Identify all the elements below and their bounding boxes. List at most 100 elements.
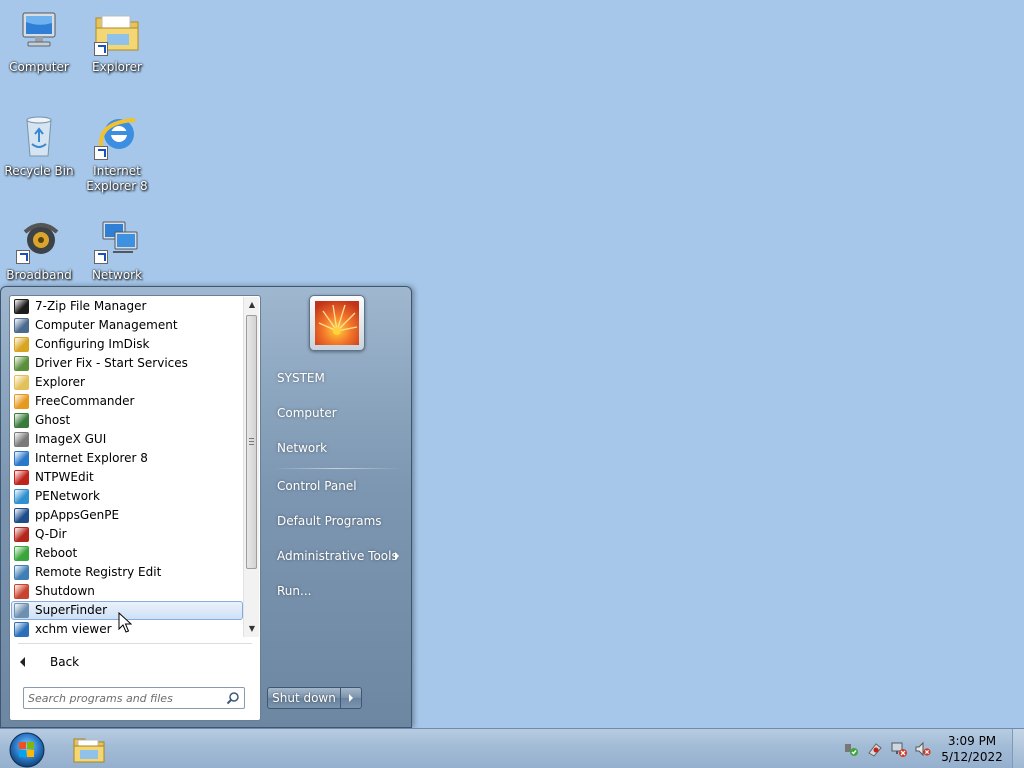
start-menu-link[interactable]: Administrative Tools (269, 541, 405, 571)
7zip-icon (14, 299, 29, 314)
start-menu-link[interactable]: Network (269, 433, 405, 463)
program-item-label: 7-Zip File Manager (35, 299, 147, 313)
clock-time: 3:09 PM (947, 734, 997, 748)
program-item[interactable]: 7-Zip File Manager (11, 297, 243, 316)
program-item[interactable]: PENetwork (11, 487, 243, 506)
program-item-label: NTPWEdit (35, 470, 94, 484)
program-item-label: Ghost (35, 413, 71, 427)
imagex-icon (14, 432, 29, 447)
scroll-up-arrow-icon[interactable]: ▲ (244, 297, 260, 313)
broadband-icon (15, 216, 63, 264)
shutdown-icon (14, 584, 29, 599)
start-menu-link-label: Computer (277, 406, 337, 420)
program-item[interactable]: Internet Explorer 8 (11, 449, 243, 468)
shortcut-arrow-icon (94, 250, 108, 264)
program-item-label: Explorer (35, 375, 85, 389)
volume-muted-icon[interactable] (915, 741, 931, 757)
imdisk-icon (14, 337, 29, 352)
program-item[interactable]: ImageX GUI (11, 430, 243, 449)
network-icon (93, 216, 141, 264)
program-item[interactable]: Remote Registry Edit (11, 563, 243, 582)
divider (18, 643, 252, 644)
desktop-icon-internet-explorer[interactable]: Internet Explorer 8 (79, 112, 155, 194)
reboot-icon (14, 546, 29, 561)
program-item-label: Shutdown (35, 584, 95, 598)
program-item[interactable]: xchm viewer (11, 620, 243, 639)
desktop-icon-label: Recycle Bin (4, 164, 74, 178)
program-item[interactable]: Shutdown (11, 582, 243, 601)
back-button[interactable]: Back (12, 650, 252, 674)
scroll-grip-icon (249, 438, 254, 445)
program-item[interactable]: SuperFinder (11, 601, 243, 620)
ppapps-icon (14, 508, 29, 523)
start-menu-link[interactable]: Default Programs (269, 506, 405, 536)
start-button[interactable] (6, 730, 46, 768)
program-item[interactable]: Configuring ImDisk (11, 335, 243, 354)
program-item[interactable]: Computer Management (11, 316, 243, 335)
folder-icon (93, 8, 141, 56)
search-input[interactable] (28, 689, 216, 707)
shortcut-arrow-icon (94, 42, 108, 56)
network-disconnected-icon[interactable] (891, 741, 907, 757)
program-item-label: Reboot (35, 546, 78, 560)
program-list-scrollbar[interactable]: ▲ ▼ (243, 297, 259, 637)
recycle-bin-icon (15, 112, 63, 160)
program-item[interactable]: Explorer (11, 373, 243, 392)
taskbar-explorer-button[interactable] (66, 730, 112, 768)
search-box[interactable] (23, 687, 245, 709)
program-item-label: FreeCommander (35, 394, 135, 408)
flower-avatar-icon (315, 301, 359, 345)
start-menu-link-label: Control Panel (277, 479, 357, 493)
submenu-arrow-icon (395, 552, 399, 560)
start-menu-link[interactable]: Control Panel (269, 471, 405, 501)
desktop-icon-label: Computer (9, 60, 69, 74)
search-icon[interactable] (226, 691, 240, 705)
start-menu-link[interactable]: Run... (269, 576, 405, 606)
registry-icon (14, 565, 29, 580)
safely-remove-icon[interactable] (843, 741, 859, 757)
ntpwedit-icon (14, 470, 29, 485)
shutdown-options-arrow-icon[interactable] (340, 687, 362, 709)
program-item-label: Computer Management (35, 318, 178, 332)
desktop-icon-network[interactable]: Network (79, 216, 155, 283)
desktop-icon-computer[interactable]: Computer (1, 8, 77, 75)
system-clock[interactable]: 3:09 PM 5/12/2022 (938, 733, 1006, 765)
start-menu-link-label: Administrative Tools (277, 549, 398, 563)
program-item[interactable]: FreeCommander (11, 392, 243, 411)
desktop-icon-explorer[interactable]: Explorer (79, 8, 155, 75)
program-item-label: Driver Fix - Start Services (35, 356, 188, 370)
scroll-down-arrow-icon[interactable]: ▼ (244, 621, 260, 637)
program-item-label: Internet Explorer 8 (35, 451, 148, 465)
driver-fix-icon (14, 356, 29, 371)
freecommander-icon (14, 394, 29, 409)
start-menu: 7-Zip File Manager Computer Management Con… (0, 286, 412, 728)
computer-management-icon (14, 318, 29, 333)
desktop-icon-recycle-bin[interactable]: Recycle Bin (1, 112, 77, 179)
program-item-label: ppAppsGenPE (35, 508, 120, 522)
program-item[interactable]: Ghost (11, 411, 243, 430)
explorer-folder-icon (14, 375, 29, 390)
scroll-thumb[interactable] (246, 315, 257, 569)
back-arrow-icon (20, 657, 25, 667)
start-menu-link[interactable]: SYSTEM (269, 363, 405, 393)
ghost-icon (14, 413, 29, 428)
shutdown-button[interactable]: Shut down (267, 687, 341, 709)
user-picture[interactable] (309, 295, 365, 351)
penetwork-icon (14, 489, 29, 504)
program-item-label: SuperFinder (35, 603, 108, 617)
internet-explorer-icon (93, 112, 141, 160)
show-desktop-button[interactable] (1012, 729, 1024, 768)
desktop-icon-broadband[interactable]: Broadband (1, 216, 77, 283)
desktop-icon-label: Broadband (6, 268, 72, 282)
start-menu-link-label: Network (277, 441, 328, 455)
start-menu-link[interactable]: Computer (269, 398, 405, 428)
desktop-icon-label: Explorer (92, 60, 142, 74)
program-item[interactable]: Reboot (11, 544, 243, 563)
program-item[interactable]: NTPWEdit (11, 468, 243, 487)
program-item[interactable]: Q-Dir (11, 525, 243, 544)
network-tray-icon[interactable] (867, 741, 883, 757)
program-item-label: PENetwork (35, 489, 100, 503)
program-item[interactable]: ppAppsGenPE (11, 506, 243, 525)
program-item[interactable]: Driver Fix - Start Services (11, 354, 243, 373)
program-item-label: xchm viewer (35, 622, 112, 636)
